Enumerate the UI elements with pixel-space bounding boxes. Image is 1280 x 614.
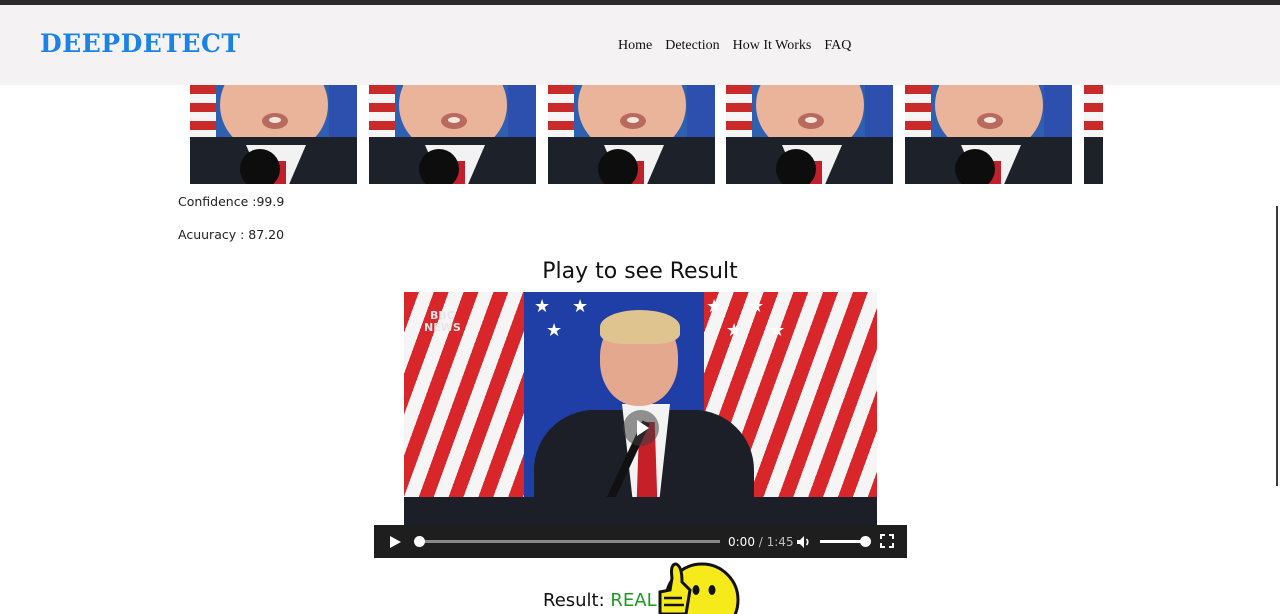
thumbs-up-icon	[658, 562, 740, 614]
face-frame	[1084, 85, 1103, 184]
nav-item-faq[interactable]: FAQ	[824, 38, 851, 54]
volume-slider[interactable]	[820, 536, 871, 547]
navbar: DEEPDETECT Home Detection How It Works F…	[0, 5, 1280, 85]
duration: 1:45	[766, 535, 794, 549]
progress-bar[interactable]	[414, 536, 720, 547]
nav-links: Home Detection How It Works FAQ	[618, 38, 864, 54]
fullscreen-icon[interactable]	[880, 534, 894, 548]
volume-icon[interactable]	[796, 534, 812, 550]
face-frame	[369, 85, 536, 184]
video-controls: 0:00 / 1:45	[374, 525, 907, 558]
result-label: Result:	[543, 590, 611, 611]
video-player[interactable]: ★ ★ ★ ★ ★ ★ ★ BBC NEWS	[404, 292, 877, 528]
scrollbar[interactable]	[1276, 206, 1278, 486]
volume-knob[interactable]	[860, 536, 871, 547]
time-separator: /	[754, 535, 767, 549]
face-frame	[190, 85, 357, 184]
extracted-frames-strip	[190, 85, 1103, 184]
nav-item-detection[interactable]: Detection	[665, 38, 719, 54]
result-text: Result: REAL	[543, 590, 657, 611]
time-display: 0:00 / 1:45	[728, 535, 794, 549]
bbc-news-watermark: BBC NEWS	[424, 309, 461, 334]
video-section-title: Play to see Result	[542, 259, 738, 284]
play-icon[interactable]	[388, 535, 402, 549]
accuracy-text: Acuuracy : 87.20	[178, 227, 285, 242]
current-time: 0:00	[728, 535, 755, 549]
confidence-text: Confidence :99.9	[178, 194, 285, 209]
face-frame	[726, 85, 893, 184]
result-value: REAL	[610, 590, 657, 611]
face-frame	[548, 85, 715, 184]
face-frame	[905, 85, 1072, 184]
nav-item-home[interactable]: Home	[618, 38, 652, 54]
center-play-icon[interactable]	[623, 410, 659, 446]
nav-item-how-it-works[interactable]: How It Works	[733, 38, 812, 54]
progress-knob[interactable]	[414, 536, 425, 547]
brand-logo[interactable]: DEEPDETECT	[40, 29, 240, 58]
